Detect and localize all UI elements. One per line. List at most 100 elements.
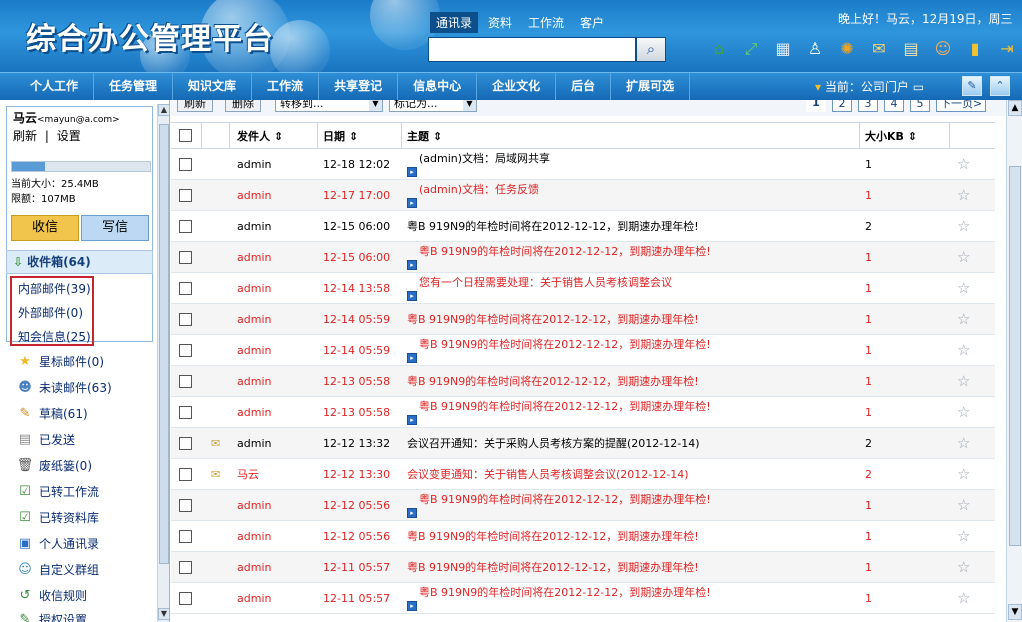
- star-outline-icon[interactable]: ☆: [957, 397, 973, 427]
- search-tab-contacts[interactable]: 通讯录: [430, 12, 479, 33]
- delete-button[interactable]: 删除: [225, 100, 261, 112]
- row-checkbox[interactable]: [179, 583, 192, 613]
- calendar-icon[interactable]: ▤: [900, 38, 922, 60]
- row-subject[interactable]: ▸ 粤B 919N9的年检时间将在2012-12-12，到期速办理年检!: [407, 397, 857, 427]
- folder-to-library[interactable]: ☑ 已转资料库: [16, 509, 99, 526]
- nav-shared-register[interactable]: 共享登记: [319, 73, 399, 100]
- folder-rules[interactable]: ↺ 收信规则: [16, 587, 87, 604]
- folder-starred[interactable]: ★ 星标邮件(0): [16, 353, 104, 370]
- table-row[interactable]: ✉ admin 12-12 13:32 会议召开通知：关于采购人员考核方案的提醒(20…: [171, 428, 995, 459]
- row-checkbox[interactable]: [179, 180, 192, 210]
- row-checkbox[interactable]: [179, 521, 192, 551]
- table-row[interactable]: admin 12-15 06:00 粤B 919N9的年检时间将在2012-12-1…: [171, 211, 995, 242]
- star-outline-icon[interactable]: ☆: [957, 211, 973, 241]
- row-subject[interactable]: 粤B 919N9的年检时间将在2012-12-12，到期速办理年检!: [407, 552, 857, 582]
- left-scrollbar[interactable]: ▲ ▼: [157, 104, 169, 622]
- row-subject[interactable]: ▸ 粤B 919N9的年检时间将在2012-12-12，到期速办理年检!: [407, 335, 857, 365]
- row-subject[interactable]: ▸ 粤B 919N9的年检时间将在2012-12-12，到期速办理年检!: [407, 242, 857, 272]
- scroll-thumb[interactable]: [159, 124, 169, 564]
- folder-unread[interactable]: ☻ 未读邮件(63): [16, 379, 111, 396]
- table-row[interactable]: admin 12-11 05:57 粤B 919N9的年检时间将在2012-12-1…: [171, 552, 995, 583]
- table-row[interactable]: admin 12-15 06:00 ▸ 粤B 919N9的年检时间将在2012-12-…: [171, 242, 995, 273]
- table-row[interactable]: admin 12-18 12:02 ▸ (admin)文档：局域网共享 1 ☆: [171, 149, 995, 180]
- page-2[interactable]: 2: [832, 100, 852, 112]
- search-tab-workflow[interactable]: 工作流: [522, 12, 570, 33]
- row-checkbox[interactable]: [179, 459, 192, 489]
- main-scrollbar[interactable]: ▲ ▼: [1006, 100, 1022, 622]
- folder-drafts[interactable]: ✎ 草稿(61): [16, 405, 88, 422]
- nav-workflow[interactable]: 工作流: [252, 73, 320, 100]
- row-checkbox[interactable]: [179, 397, 192, 427]
- row-subject[interactable]: 粤B 919N9的年检时间将在2012-12-12，到期速办理年检!: [407, 366, 857, 396]
- settings-link[interactable]: 设置: [57, 129, 81, 143]
- search-input[interactable]: [428, 37, 636, 62]
- row-subject[interactable]: 粤B 919N9的年检时间将在2012-12-12，到期速办理年检!: [407, 521, 857, 551]
- star-outline-icon[interactable]: ☆: [957, 366, 973, 396]
- folder-notifications[interactable]: 知会信息(25): [18, 328, 91, 345]
- star-outline-icon[interactable]: ☆: [957, 149, 973, 179]
- mark-as-select[interactable]: 标记为... ▼: [389, 100, 477, 112]
- search-tab-docs[interactable]: 资料: [482, 12, 518, 33]
- nav-culture[interactable]: 企业文化: [477, 73, 557, 100]
- nav-info-center[interactable]: 信息中心: [398, 73, 478, 100]
- row-subject[interactable]: 粤B 919N9的年检时间将在2012-12-12，到期速办理年检!: [407, 211, 857, 241]
- row-subject[interactable]: ▸ 粤B 919N9的年检时间将在2012-12-12，到期速办理年检!: [407, 490, 857, 520]
- row-subject[interactable]: ▸ 您有一个日程需要处理：关于销售人员考核调整会议: [407, 273, 857, 303]
- star-outline-icon[interactable]: ☆: [957, 180, 973, 210]
- row-subject[interactable]: ▸ (admin)文档：局域网共享: [407, 149, 857, 179]
- table-row[interactable]: admin 12-12 05:56 粤B 919N9的年检时间将在2012-12-1…: [171, 521, 995, 552]
- folder-external-mail[interactable]: 外部邮件(0): [18, 304, 83, 321]
- table-row[interactable]: admin 12-14 05:59 粤B 919N9的年检时间将在2012-12-1…: [171, 304, 995, 335]
- row-checkbox[interactable]: [179, 304, 192, 334]
- gear-icon[interactable]: ✺: [836, 38, 858, 60]
- scroll-thumb[interactable]: [1009, 166, 1021, 546]
- write-button[interactable]: 写信: [81, 215, 149, 241]
- row-checkbox[interactable]: [179, 149, 192, 179]
- table-row[interactable]: admin 12-14 13:58 ▸ 您有一个日程需要处理：关于销售人员考核调整会议…: [171, 273, 995, 304]
- exit-icon[interactable]: ⇥: [996, 38, 1018, 60]
- move-to-select[interactable]: 转移到... ▼: [275, 100, 383, 112]
- size-header[interactable]: 大小KB ⇕: [865, 123, 925, 148]
- row-subject[interactable]: ▸ (admin)文档：任务反馈: [407, 180, 857, 210]
- star-outline-icon[interactable]: ☆: [957, 242, 973, 272]
- page-4[interactable]: 4: [884, 100, 904, 112]
- notebook-icon[interactable]: ▮: [964, 38, 986, 60]
- sender-header[interactable]: 发件人 ⇕: [237, 123, 317, 148]
- scroll-up-icon[interactable]: ▲: [1008, 100, 1022, 116]
- date-header[interactable]: 日期 ⇕: [323, 123, 403, 148]
- next-page[interactable]: 下一页>: [936, 100, 987, 112]
- row-checkbox[interactable]: [179, 428, 192, 458]
- folder-contacts[interactable]: ▣ 个人通讯录: [16, 535, 99, 552]
- star-outline-icon[interactable]: ☆: [957, 459, 973, 489]
- table-row[interactable]: admin 12-13 05:58 ▸ 粤B 919N9的年检时间将在2012-12-…: [171, 397, 995, 428]
- star-outline-icon[interactable]: ☆: [957, 583, 973, 613]
- refresh-link[interactable]: 刷新: [13, 129, 37, 143]
- row-checkbox[interactable]: [179, 335, 192, 365]
- row-subject[interactable]: ▸ 粤B 919N9的年检时间将在2012-12-12，到期速办理年检!: [407, 583, 857, 613]
- calendar-edit-icon[interactable]: ▦: [772, 38, 794, 60]
- select-all-checkbox[interactable]: [179, 123, 192, 148]
- folder-to-workflow[interactable]: ☑ 已转工作流: [16, 483, 99, 500]
- nav-knowledge[interactable]: 知识文库: [173, 73, 253, 100]
- row-checkbox[interactable]: [179, 242, 192, 272]
- nav-personal-work[interactable]: 个人工作: [0, 73, 95, 100]
- star-outline-icon[interactable]: ☆: [957, 335, 973, 365]
- folder-trash[interactable]: 🗑 废纸篓(0): [16, 457, 92, 474]
- star-outline-icon[interactable]: ☆: [957, 273, 973, 303]
- refresh-button[interactable]: 刷新: [177, 100, 213, 112]
- people-icon[interactable]: ☺: [932, 38, 954, 60]
- row-subject[interactable]: 粤B 919N9的年检时间将在2012-12-12，到期速办理年检!: [407, 304, 857, 334]
- table-row[interactable]: admin 12-12 05:56 ▸ 粤B 919N9的年检时间将在2012-12-…: [171, 490, 995, 521]
- table-row[interactable]: admin 12-11 05:57 ▸ 粤B 919N9的年检时间将在2012-12-…: [171, 583, 995, 614]
- scroll-down-icon[interactable]: ▼: [1008, 604, 1022, 620]
- row-checkbox[interactable]: [179, 490, 192, 520]
- nav-backend[interactable]: 后台: [556, 73, 612, 100]
- row-subject[interactable]: 会议变更通知：关于销售人员考核调整会议(2012-12-14): [407, 459, 857, 489]
- table-row[interactable]: admin 12-14 05:59 ▸ 粤B 919N9的年检时间将在2012-12-…: [171, 335, 995, 366]
- inbox-header[interactable]: ⇩ 收件箱(64): [6, 250, 153, 274]
- shirt-icon[interactable]: ♙: [804, 38, 826, 60]
- row-subject[interactable]: 会议召开通知：关于采购人员考核方案的提醒(2012-12-14): [407, 428, 857, 458]
- page-5[interactable]: 5: [910, 100, 930, 112]
- table-row[interactable]: admin 12-13 05:58 粤B 919N9的年检时间将在2012-12-1…: [171, 366, 995, 397]
- search-tab-customer[interactable]: 客户: [574, 12, 610, 33]
